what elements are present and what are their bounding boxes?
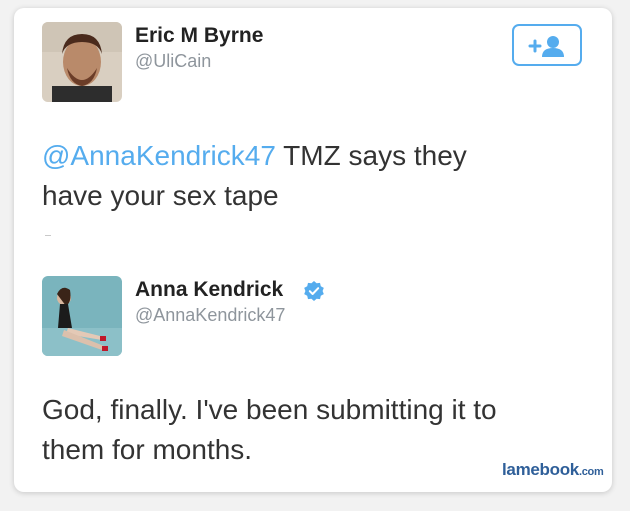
avatar-anna[interactable] [42, 276, 122, 356]
author-name[interactable]: Anna Kendrick [135, 278, 283, 302]
author-handle[interactable]: @AnnaKendrick47 [135, 305, 285, 326]
tweet-text: God, finally. I've been submitting it to… [42, 390, 582, 470]
follow-button[interactable] [512, 24, 582, 66]
tweet-text-line-1: @AnnaKendrick47 TMZ says they [42, 136, 582, 176]
avatar-eric[interactable] [42, 22, 122, 102]
tweet-text-rest: TMZ says they [275, 140, 467, 171]
author-handle[interactable]: @UliCain [135, 51, 211, 72]
tweet-text-line-1: God, finally. I've been submitting it to [42, 394, 497, 425]
tweet-text: @AnnaKendrick47 TMZ says they have your … [42, 136, 582, 216]
author-name[interactable]: Eric M Byrne [135, 24, 263, 48]
tweet-card: Eric M Byrne @UliCain @AnnaKendrick47 TM… [14, 8, 612, 492]
watermark-main: lamebook [502, 460, 579, 479]
divider-mark [45, 235, 51, 236]
watermark: lamebook.com [502, 460, 604, 480]
tweet-text-line-2: have your sex tape [42, 180, 279, 211]
mention-link[interactable]: @AnnaKendrick47 [42, 140, 276, 171]
add-user-icon [528, 36, 564, 57]
verified-badge-icon [304, 281, 324, 301]
watermark-suffix: .com [578, 466, 604, 478]
tweet-text-line-2: them for months. [42, 434, 253, 465]
